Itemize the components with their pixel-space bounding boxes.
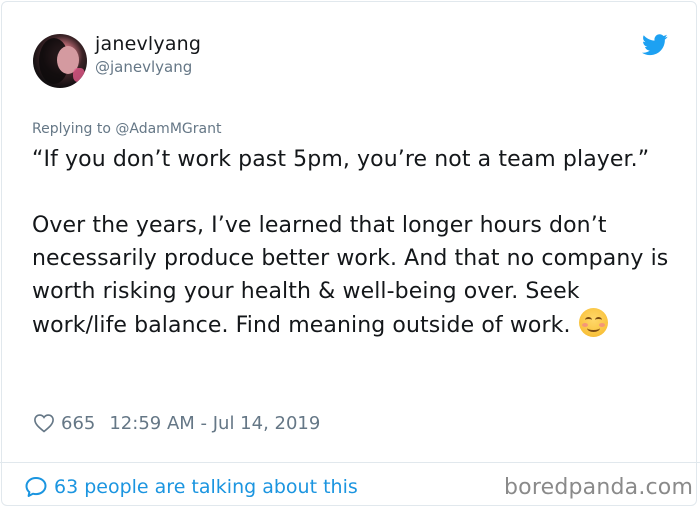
display-name[interactable]: janevlyang	[95, 33, 201, 55]
heart-icon[interactable]	[33, 413, 55, 433]
like-count: 665	[61, 412, 96, 434]
talking-about-link[interactable]: 63 people are talking about this	[24, 474, 358, 500]
tweet-text: “If you don’t work past 5pm, you’re not …	[32, 143, 672, 342]
tweet-timestamp[interactable]: 12:59 AM - Jul 14, 2019	[109, 413, 320, 434]
replying-to-label[interactable]: Replying to @AdamMGrant	[32, 121, 221, 137]
watermark: boredpanda.com	[504, 475, 694, 500]
avatar[interactable]	[33, 34, 87, 88]
talking-about-text[interactable]: 63 people are talking about this	[54, 476, 358, 498]
tweet-quote-paragraph: “If you don’t work past 5pm, you’re not …	[32, 147, 650, 172]
footer-divider	[0, 462, 700, 463]
tweet-body-paragraph: Over the years, I’ve learned that longer…	[32, 209, 672, 342]
username[interactable]: @janevlyang	[95, 58, 192, 76]
twitter-bird-icon[interactable]	[642, 34, 668, 56]
smiling-face-emoji-icon	[578, 308, 608, 337]
tweet-body-text: Over the years, I’ve learned that longer…	[32, 213, 669, 338]
speech-bubble-icon	[25, 477, 47, 497]
tweet-meta: 665 12:59 AM - Jul 14, 2019	[33, 411, 320, 435]
